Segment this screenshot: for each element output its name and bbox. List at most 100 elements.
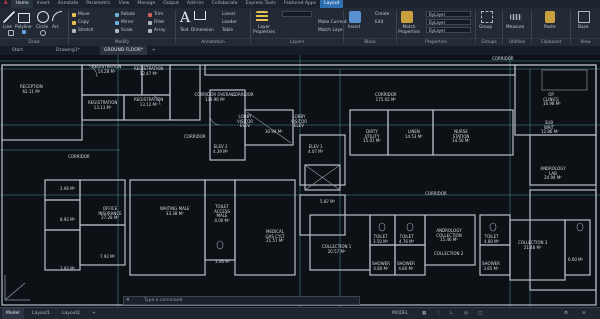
fillet-icon[interactable] <box>148 21 152 25</box>
lineweight-dropdown[interactable]: ByLayer <box>426 27 471 33</box>
mirror-tool-label[interactable]: Mirror <box>121 20 134 25</box>
dimension-tool-label[interactable]: Dimension <box>191 28 214 33</box>
room-name: TOILET ACCESS MALE <box>214 204 230 219</box>
polyline-icon[interactable] <box>18 13 30 23</box>
menu-icon[interactable]: ≡ <box>578 308 590 319</box>
text-tool-label[interactable]: Text <box>180 28 189 33</box>
match-properties-icon[interactable] <box>401 11 413 23</box>
document-tabs: Start Drawing1* GROUND FLOOR* + <box>0 46 600 55</box>
arc-tool-label[interactable]: Arc <box>52 25 59 30</box>
tab-express-tools[interactable]: Express Tools <box>242 0 280 8</box>
array-icon[interactable] <box>148 29 152 33</box>
measure-icon[interactable] <box>510 14 522 20</box>
dimension-icon[interactable] <box>194 11 206 20</box>
room-label: ELEV 1 4.07 M² <box>308 144 323 154</box>
tab-home[interactable]: Home <box>11 0 33 8</box>
rotate-icon[interactable] <box>115 13 119 17</box>
tab-output[interactable]: Output <box>159 0 183 8</box>
leader-tool-label[interactable]: Leader <box>222 20 237 25</box>
move-icon[interactable] <box>72 13 76 17</box>
base-view-icon[interactable] <box>578 11 590 23</box>
tab-featured-apps[interactable]: Featured Apps <box>280 0 320 8</box>
room-area: 4.80 M² <box>484 238 500 244</box>
tab-start[interactable]: Start <box>8 46 27 55</box>
settings-icon[interactable]: ⚙ <box>560 308 572 319</box>
insert-block-label[interactable]: Insert <box>348 25 360 30</box>
group-icon[interactable] <box>481 11 493 23</box>
tab-parametric[interactable]: Parametric <box>82 0 114 8</box>
tab-layout[interactable]: Layout <box>320 0 344 8</box>
tab-collaborate[interactable]: Collaborate <box>208 0 242 8</box>
tab-model[interactable]: Model <box>2 308 24 319</box>
model-space-toggle[interactable]: MODEL <box>388 308 412 319</box>
layer-properties-label[interactable]: Layer Properties <box>252 25 276 35</box>
tab-layout2[interactable]: Layout2 <box>58 308 84 319</box>
insert-block-icon[interactable] <box>349 11 361 23</box>
trim-tool-label[interactable]: Trim <box>154 12 163 17</box>
group-label[interactable]: Group <box>479 25 492 30</box>
tab-add-ins[interactable]: Add-ins <box>183 0 208 8</box>
room-label: MEDICAL GAS CYLT 21.57 M² <box>264 229 286 244</box>
polar-icon[interactable]: ◎ <box>460 308 472 319</box>
tab-view[interactable]: View <box>115 0 134 8</box>
tab-drawing1[interactable]: Drawing1* <box>52 46 84 55</box>
scale-tool-label[interactable]: Scale <box>121 28 133 33</box>
match-properties-label[interactable]: Match Properties <box>398 25 420 35</box>
text-icon[interactable]: A <box>180 10 190 26</box>
base-view-label[interactable]: Base <box>578 25 588 30</box>
array-tool-label[interactable]: Array <box>154 28 166 33</box>
trim-icon[interactable] <box>148 13 152 17</box>
add-layout-icon[interactable]: + <box>88 308 100 319</box>
room-label: ELEV 2 4.39 M² <box>213 144 228 154</box>
room-area: 3.92 M² <box>60 266 76 271</box>
app-menu-icon[interactable]: A <box>0 0 11 8</box>
layer-dropdown[interactable] <box>282 11 312 17</box>
scale-icon[interactable] <box>115 29 119 33</box>
move-tool-label[interactable]: Move <box>78 12 90 17</box>
ribbon-panel: Line Polyline Circle Arc Draw Move Rotat… <box>0 8 600 47</box>
copy-tool-label[interactable]: Copy <box>78 20 89 25</box>
stretch-tool-label[interactable]: Stretch <box>78 28 94 33</box>
rectangle-icon[interactable] <box>8 30 14 36</box>
command-line[interactable]: ✕ Type a command <box>123 296 360 305</box>
paste-label[interactable]: Paste <box>544 25 556 30</box>
paste-icon[interactable] <box>545 11 555 23</box>
tab-ground-floor[interactable]: GROUND FLOOR* <box>100 46 148 55</box>
tab-layout1[interactable]: Layout1 <box>28 308 54 319</box>
copy-icon[interactable] <box>72 21 76 25</box>
close-icon[interactable]: ✕ <box>126 297 130 305</box>
ellipse-icon[interactable] <box>40 30 46 36</box>
command-input[interactable]: Type a command <box>144 297 182 305</box>
hatch-icon[interactable] <box>22 30 26 34</box>
table-tool-label[interactable]: Table <box>222 28 233 33</box>
snap-icon[interactable]: ⋮ <box>432 308 445 319</box>
drawing-canvas[interactable]: RECEPTION 62.11 M² REGISTRATION 14.28 M² R… <box>0 55 600 307</box>
new-tab-icon[interactable]: + <box>148 46 160 55</box>
grid-icon[interactable]: ▦ <box>418 308 430 319</box>
circle-icon[interactable] <box>37 11 49 23</box>
layer-properties-icon[interactable] <box>256 11 268 23</box>
mirror-icon[interactable] <box>115 21 119 25</box>
rotate-tool-label[interactable]: Rotate <box>121 12 135 17</box>
stretch-icon[interactable] <box>72 29 76 33</box>
room-area: 5.87 M² <box>320 199 336 204</box>
arc-icon[interactable] <box>52 11 62 21</box>
fillet-tool-label[interactable]: Fillet <box>154 20 164 25</box>
room-label: OP CLINICS 16.98 M² <box>543 92 561 107</box>
osnap-icon[interactable]: □ <box>474 308 486 319</box>
match-layer-label[interactable]: Match Layer <box>318 28 344 33</box>
linear-tool-label[interactable]: Linear <box>222 12 235 17</box>
room-label: LINEN 14.53 M² <box>405 129 423 139</box>
ortho-icon[interactable]: ∟ <box>446 308 458 319</box>
tab-manage[interactable]: Manage <box>133 0 159 8</box>
linetype-dropdown[interactable]: ByLayer <box>426 19 471 25</box>
tab-annotate[interactable]: Annotate <box>54 0 83 8</box>
edit-block-label[interactable]: Edit <box>375 20 383 25</box>
room-label: SHOWER 3.85 M² <box>482 261 500 271</box>
create-block-label[interactable]: Create <box>375 12 389 17</box>
line-icon[interactable] <box>3 11 15 23</box>
measure-label[interactable]: Measure <box>506 25 524 30</box>
tab-insert[interactable]: Insert <box>33 0 54 8</box>
color-dropdown[interactable]: ByLayer <box>426 11 471 17</box>
room-area: 30.94 M² <box>265 129 283 134</box>
